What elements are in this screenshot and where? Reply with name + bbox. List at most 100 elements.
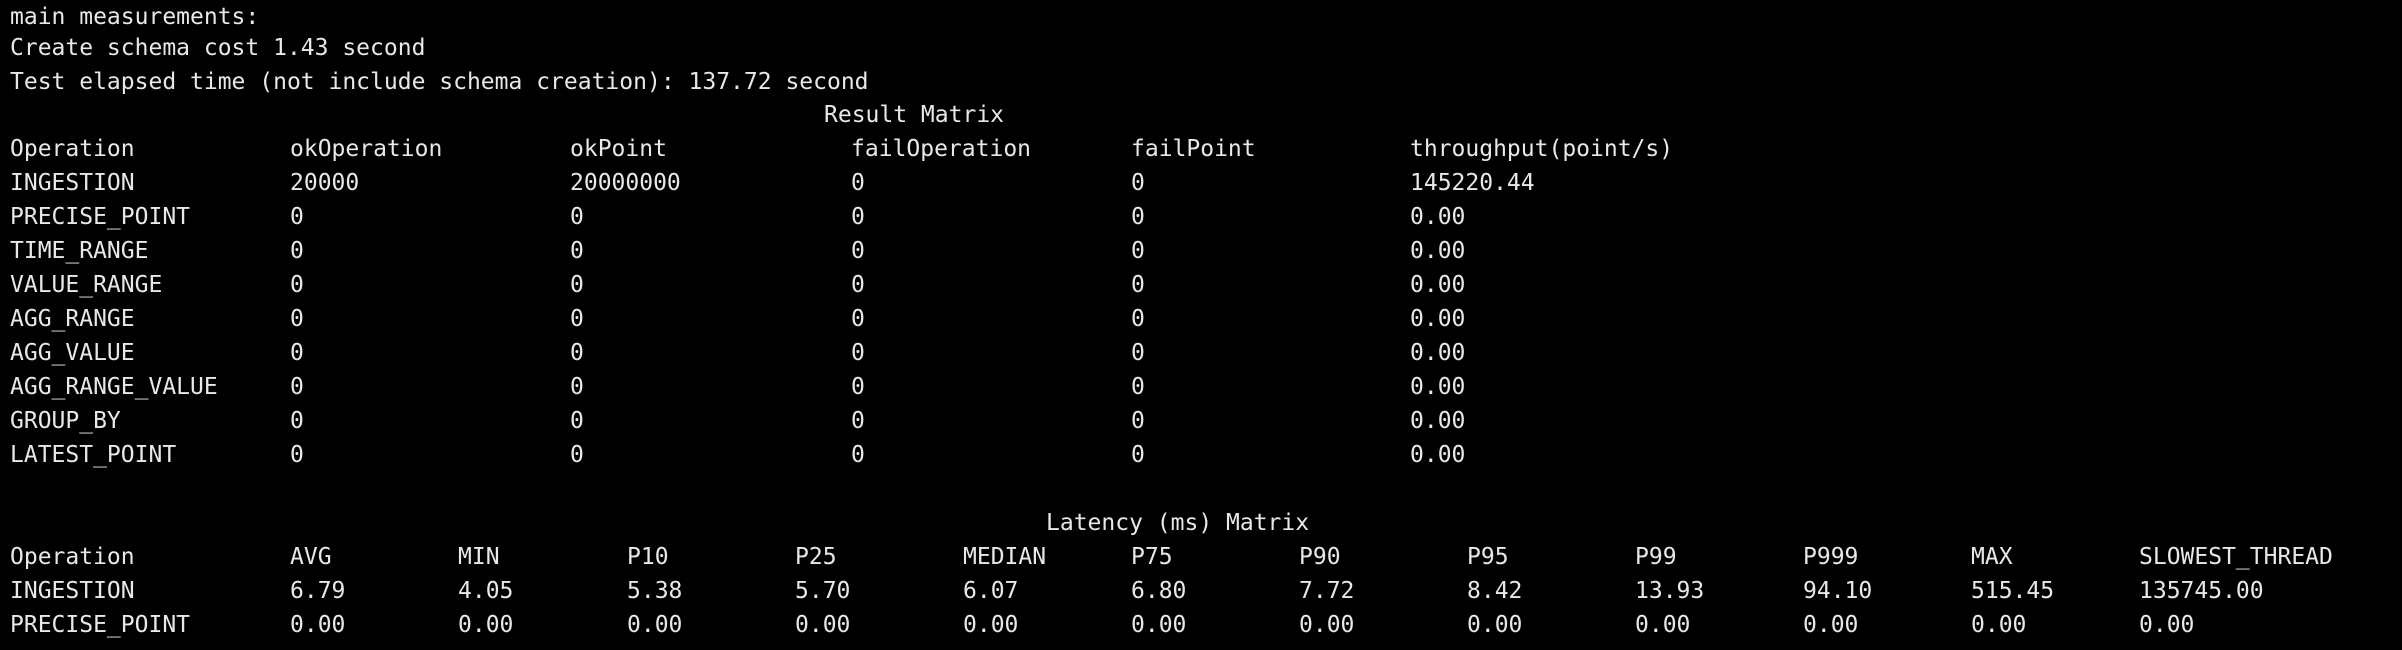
result-matrix-cell: 0 — [851, 238, 865, 264]
result-matrix-cell: okOperation — [290, 136, 443, 162]
latency-matrix-cell: P25 — [795, 544, 837, 570]
result-matrix-cell: 0 — [851, 374, 865, 400]
result-matrix-cell: 0 — [570, 408, 584, 434]
result-matrix-cell: 0.00 — [1410, 306, 1466, 332]
latency-matrix-cell: 0.00 — [627, 612, 683, 638]
latency-matrix-cell: MIN — [458, 544, 500, 570]
result-matrix-cell: 0 — [851, 170, 865, 196]
latency-matrix-cell: 0.00 — [2139, 612, 2195, 638]
latency-matrix-cell: 7.72 — [1299, 578, 1355, 604]
latency-matrix-cell: 8.42 — [1467, 578, 1523, 604]
result-matrix-cell: 0 — [851, 272, 865, 298]
latency-matrix-cell: 0.00 — [795, 612, 851, 638]
latency-matrix-cell: 5.70 — [795, 578, 851, 604]
result-matrix-cell: 0 — [570, 306, 584, 332]
result-matrix-cell: 0 — [290, 238, 304, 264]
result-matrix-cell: 0 — [290, 340, 304, 366]
latency-matrix-cell: 0.00 — [1299, 612, 1355, 638]
result-matrix-cell: 0 — [1131, 442, 1145, 468]
result-matrix-cell: AGG_RANGE_VALUE — [10, 374, 218, 400]
result-matrix-cell: 0 — [1131, 340, 1145, 366]
result-matrix-cell: 0.00 — [1410, 272, 1466, 298]
latency-matrix-cell: 0.00 — [290, 612, 346, 638]
result-matrix-cell: 0 — [1131, 238, 1145, 264]
header-line-1: main measurements: — [10, 4, 260, 30]
result-matrix-cell: PRECISE_POINT — [10, 204, 191, 230]
result-matrix-cell: 0 — [1131, 272, 1145, 298]
header-line-3: Test elapsed time (not include schema cr… — [10, 69, 869, 95]
latency-matrix-cell: 6.79 — [290, 578, 346, 604]
result-matrix-cell: failPoint — [1131, 136, 1256, 162]
latency-matrix-cell: 515.45 — [1971, 578, 2055, 604]
result-matrix-cell: 0 — [290, 408, 304, 434]
result-matrix-cell: 0 — [570, 272, 584, 298]
result-matrix-cell: 0 — [290, 306, 304, 332]
result-matrix-cell: 20000 — [290, 170, 360, 196]
result-matrix-cell: AGG_VALUE — [10, 340, 135, 366]
result-matrix-cell: 0.00 — [1410, 408, 1466, 434]
result-matrix-cell: Operation — [10, 136, 135, 162]
latency-matrix-cell: P75 — [1131, 544, 1173, 570]
result-matrix-cell: 0 — [1131, 170, 1145, 196]
latency-matrix-cell: P99 — [1635, 544, 1677, 570]
latency-matrix-separator: ────────────────────────────────────────… — [10, 506, 2350, 540]
result-matrix-cell: 0.00 — [1410, 442, 1466, 468]
latency-matrix-cell: 0.00 — [1803, 612, 1859, 638]
latency-matrix-cell: 135745.00 — [2139, 578, 2264, 604]
result-matrix-end-separator: ────────────────────────────────────────… — [10, 470, 1817, 504]
result-matrix-cell: 0 — [851, 340, 865, 366]
result-matrix-cell: 0 — [570, 340, 584, 366]
result-matrix-cell: TIME_RANGE — [10, 238, 149, 264]
result-matrix-cell: 0.00 — [1410, 238, 1466, 264]
result-matrix-cell: 0 — [290, 272, 304, 298]
result-matrix-cell: 0 — [290, 204, 304, 230]
latency-matrix-cell: Operation — [10, 544, 135, 570]
result-matrix-cell: 0.00 — [1410, 204, 1466, 230]
header-line-2: Create schema cost 1.43 second — [10, 35, 426, 61]
latency-matrix-cell: 6.80 — [1131, 578, 1187, 604]
latency-matrix-cell: MAX — [1971, 544, 2013, 570]
latency-matrix-title: Latency (ms) Matrix — [1044, 506, 1312, 540]
result-matrix-cell: 0 — [290, 442, 304, 468]
result-matrix-cell: failOperation — [851, 136, 1032, 162]
result-matrix-cell: 0.00 — [1410, 374, 1466, 400]
result-matrix-cell: 0 — [1131, 204, 1145, 230]
result-matrix-cell: 0 — [1131, 306, 1145, 332]
latency-matrix-cell: 13.93 — [1635, 578, 1705, 604]
result-matrix-cell: 0 — [570, 204, 584, 230]
result-matrix-separator: ────────────────────────────────────────… — [10, 98, 1817, 132]
result-matrix-cell: VALUE_RANGE — [10, 272, 163, 298]
result-matrix-cell: 0 — [1131, 408, 1145, 434]
latency-matrix-cell: P10 — [627, 544, 669, 570]
result-matrix-cell: LATEST_POINT — [10, 442, 177, 468]
latency-matrix-cell: 0.00 — [1131, 612, 1187, 638]
latency-matrix-cell: 6.07 — [963, 578, 1019, 604]
result-matrix-cell: throughput(point/s) — [1410, 136, 1674, 162]
result-matrix-cell: 0 — [851, 306, 865, 332]
result-matrix-cell: 0 — [290, 374, 304, 400]
result-matrix-title: Result Matrix — [822, 98, 1007, 132]
latency-matrix-cell: 4.05 — [458, 578, 514, 604]
latency-matrix-cell: 0.00 — [1467, 612, 1523, 638]
latency-matrix-cell: PRECISE_POINT — [10, 612, 191, 638]
latency-matrix-cell: 5.38 — [627, 578, 683, 604]
result-matrix-cell: GROUP_BY — [10, 408, 121, 434]
result-matrix-cell: INGESTION — [10, 170, 135, 196]
latency-matrix-cell: 0.00 — [1635, 612, 1691, 638]
latency-matrix-cell: 0.00 — [963, 612, 1019, 638]
latency-matrix-cell: P999 — [1803, 544, 1859, 570]
result-matrix-cell: 145220.44 — [1410, 170, 1535, 196]
latency-matrix-cell: P95 — [1467, 544, 1509, 570]
result-matrix-cell: 0.00 — [1410, 340, 1466, 366]
result-matrix-cell: 0 — [570, 442, 584, 468]
latency-matrix-cell: 0.00 — [1971, 612, 2027, 638]
latency-matrix-cell: 94.10 — [1803, 578, 1873, 604]
terminal-window: main measurements: Create schema cost 1.… — [0, 0, 2402, 650]
latency-matrix-cell: AVG — [290, 544, 332, 570]
result-matrix-cell: 0 — [851, 408, 865, 434]
latency-matrix-cell: P90 — [1299, 544, 1341, 570]
result-matrix-cell: 0 — [851, 204, 865, 230]
latency-matrix-cell: INGESTION — [10, 578, 135, 604]
result-matrix-cell: AGG_RANGE — [10, 306, 135, 332]
result-matrix-cell: 0 — [570, 238, 584, 264]
